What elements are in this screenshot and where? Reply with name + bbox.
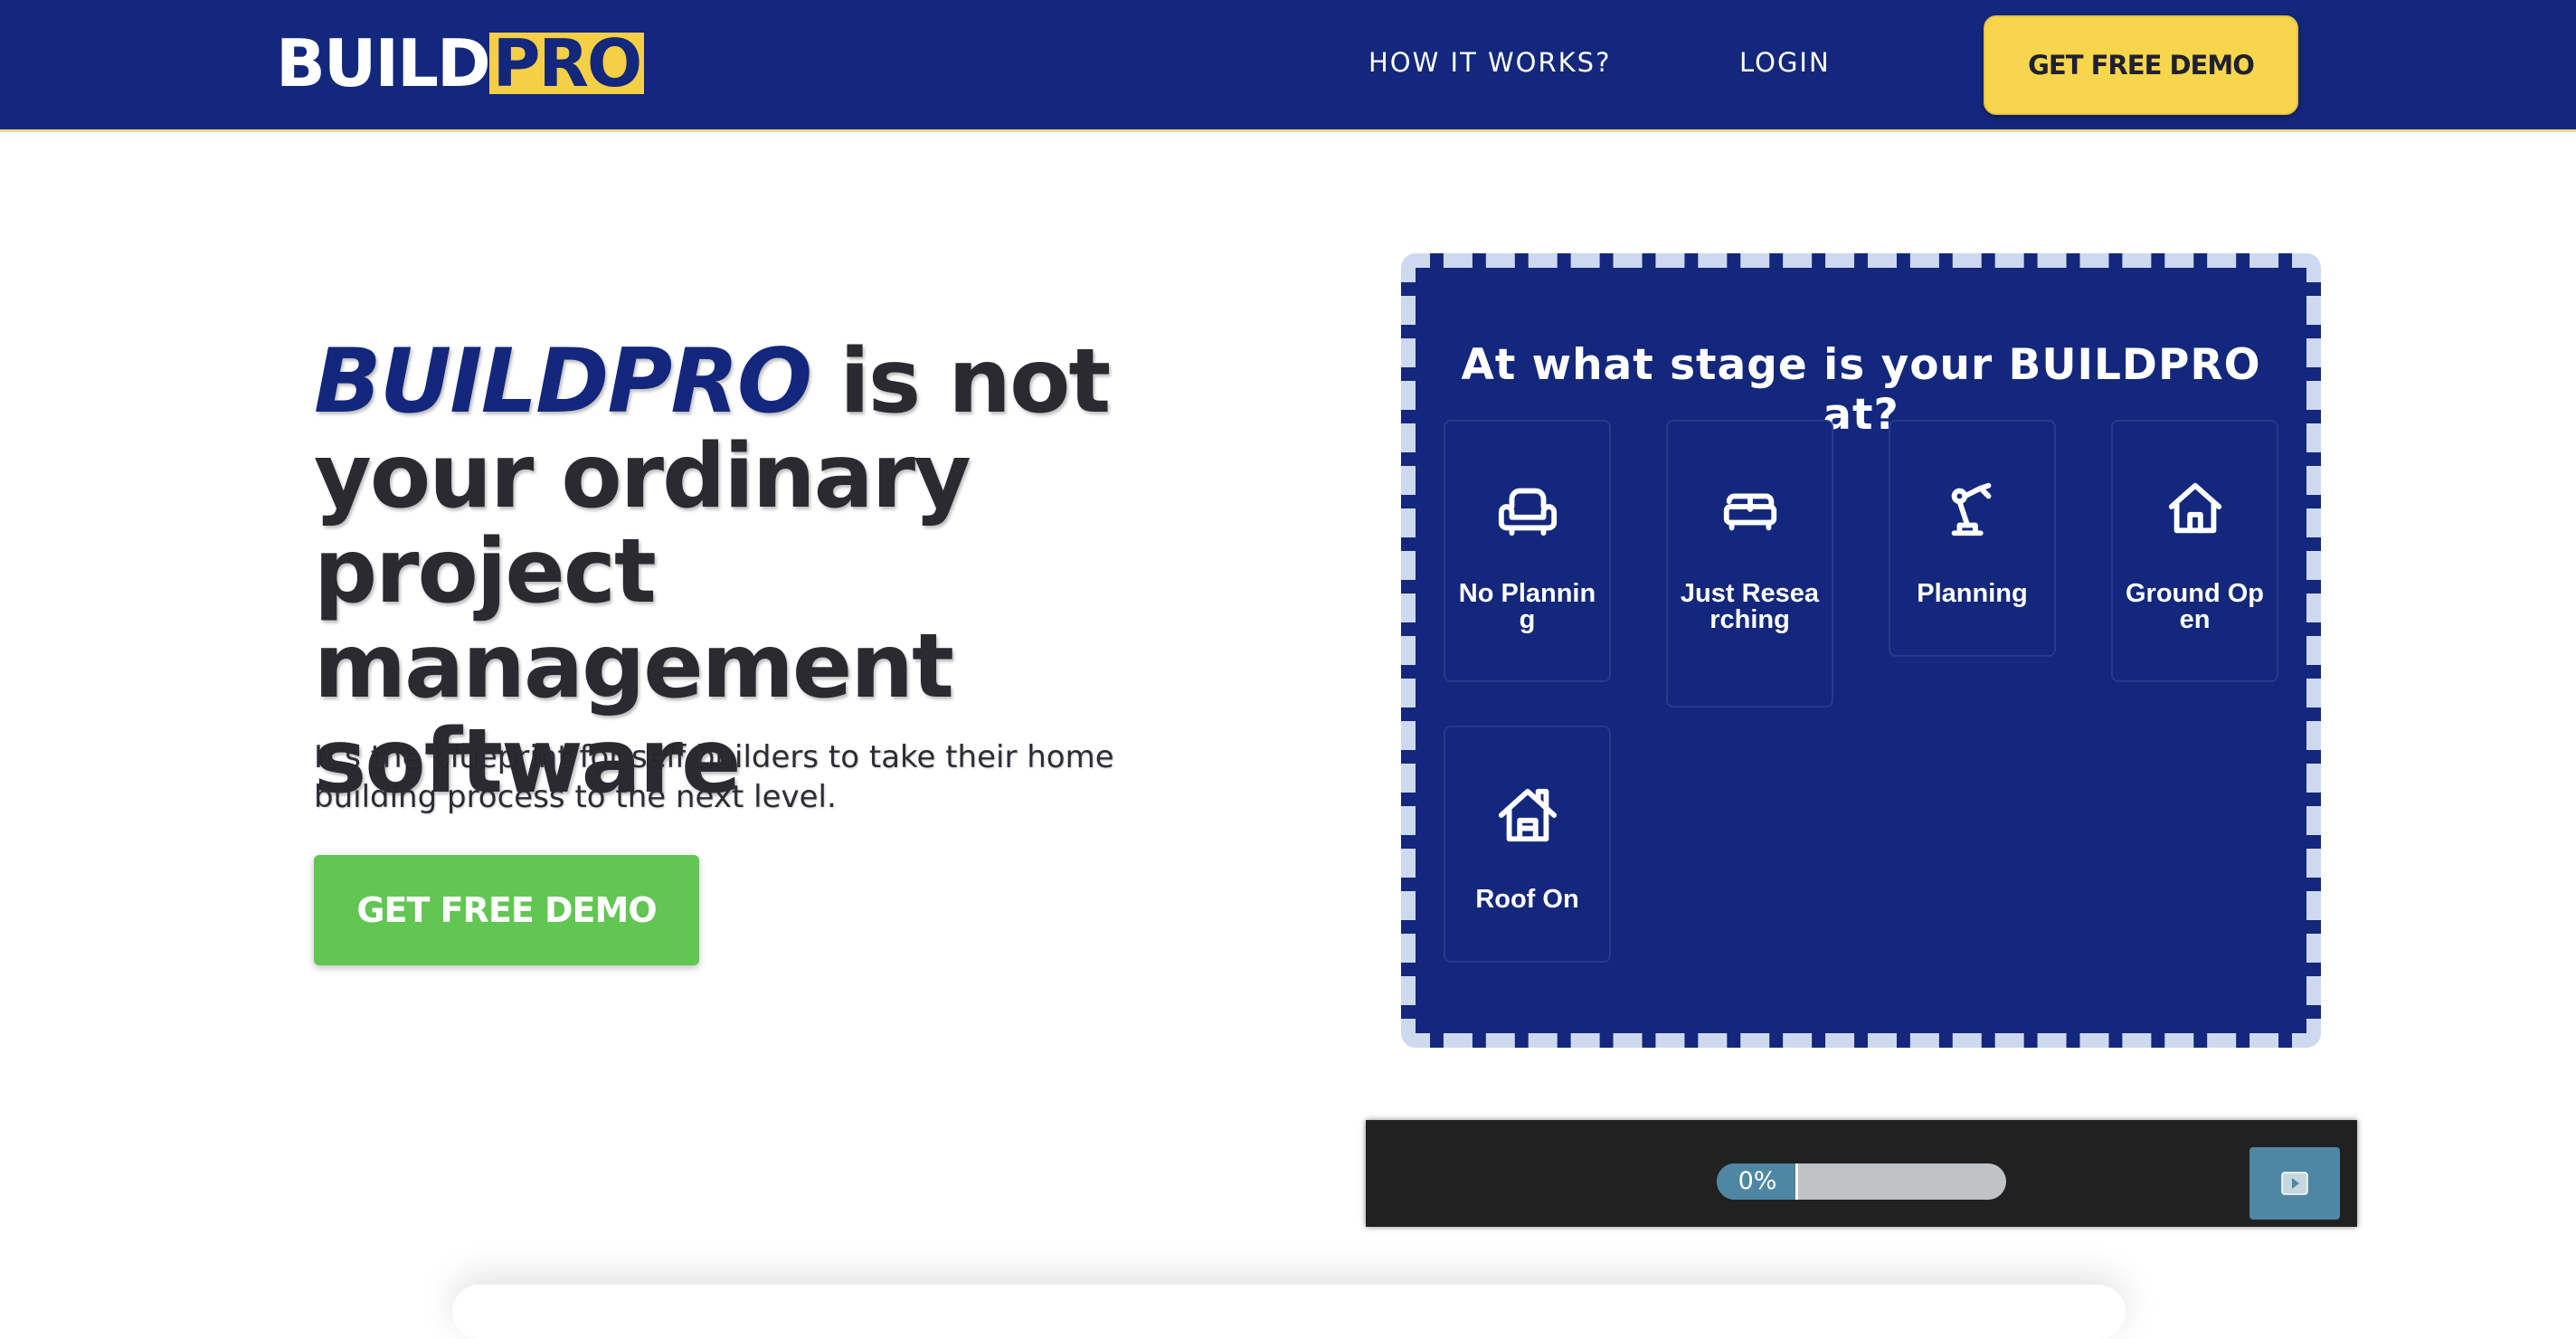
hero-get-free-demo-button[interactable]: GET FREE DEMO — [314, 855, 699, 965]
quiz-option-ground-open[interactable]: Ground Open — [2111, 420, 2278, 682]
house-icon — [2168, 482, 2221, 534]
quiz-option-label: Just Researching — [1680, 579, 1820, 634]
hero-title-brand: BUILDPRO — [314, 330, 812, 433]
house-roof-icon — [1498, 788, 1557, 842]
progress-bar: 0% — [1717, 1163, 2006, 1200]
quiz-option-label: Planning — [1917, 579, 2028, 608]
play-icon — [2281, 1172, 2308, 1195]
nav-link-how-it-works[interactable]: HOW IT WORKS? — [1368, 47, 1611, 78]
quiz-player-bar: 0% — [1366, 1120, 2357, 1227]
quiz-option-just-researching[interactable]: Just Researching — [1666, 420, 1833, 707]
logo-text-build: BUILD — [276, 25, 491, 101]
top-nav: BUILD PRO HOW IT WORKS? LOGIN GET FREE DE… — [0, 0, 2576, 132]
quiz-option-label: No Planning — [1458, 579, 1596, 634]
armchair-icon — [1498, 488, 1557, 537]
logo-text-pro: PRO — [488, 31, 645, 96]
nav-link-login[interactable]: LOGIN — [1739, 47, 1831, 78]
hero-subtitle: It’s the blueprint for self builders to … — [314, 739, 1114, 815]
progress-label: 0% — [1738, 1167, 1777, 1195]
page-content-edge — [452, 1285, 2126, 1339]
sofa-icon — [1723, 493, 1776, 531]
nav-get-free-demo-button[interactable]: GET FREE DEMO — [1984, 15, 2298, 115]
robot-arm-icon — [1951, 482, 1991, 537]
quiz-option-label: Roof On — [1475, 885, 1579, 914]
quiz-option-label: Ground Open — [2125, 579, 2265, 634]
logo[interactable]: BUILD PRO — [276, 25, 645, 101]
quiz-option-roof-on[interactable]: Roof On — [1444, 726, 1611, 963]
quiz-option-planning[interactable]: Planning — [1889, 420, 2056, 657]
quiz-option-no-planning[interactable]: No Planning — [1444, 420, 1611, 682]
play-button[interactable] — [2249, 1147, 2340, 1220]
